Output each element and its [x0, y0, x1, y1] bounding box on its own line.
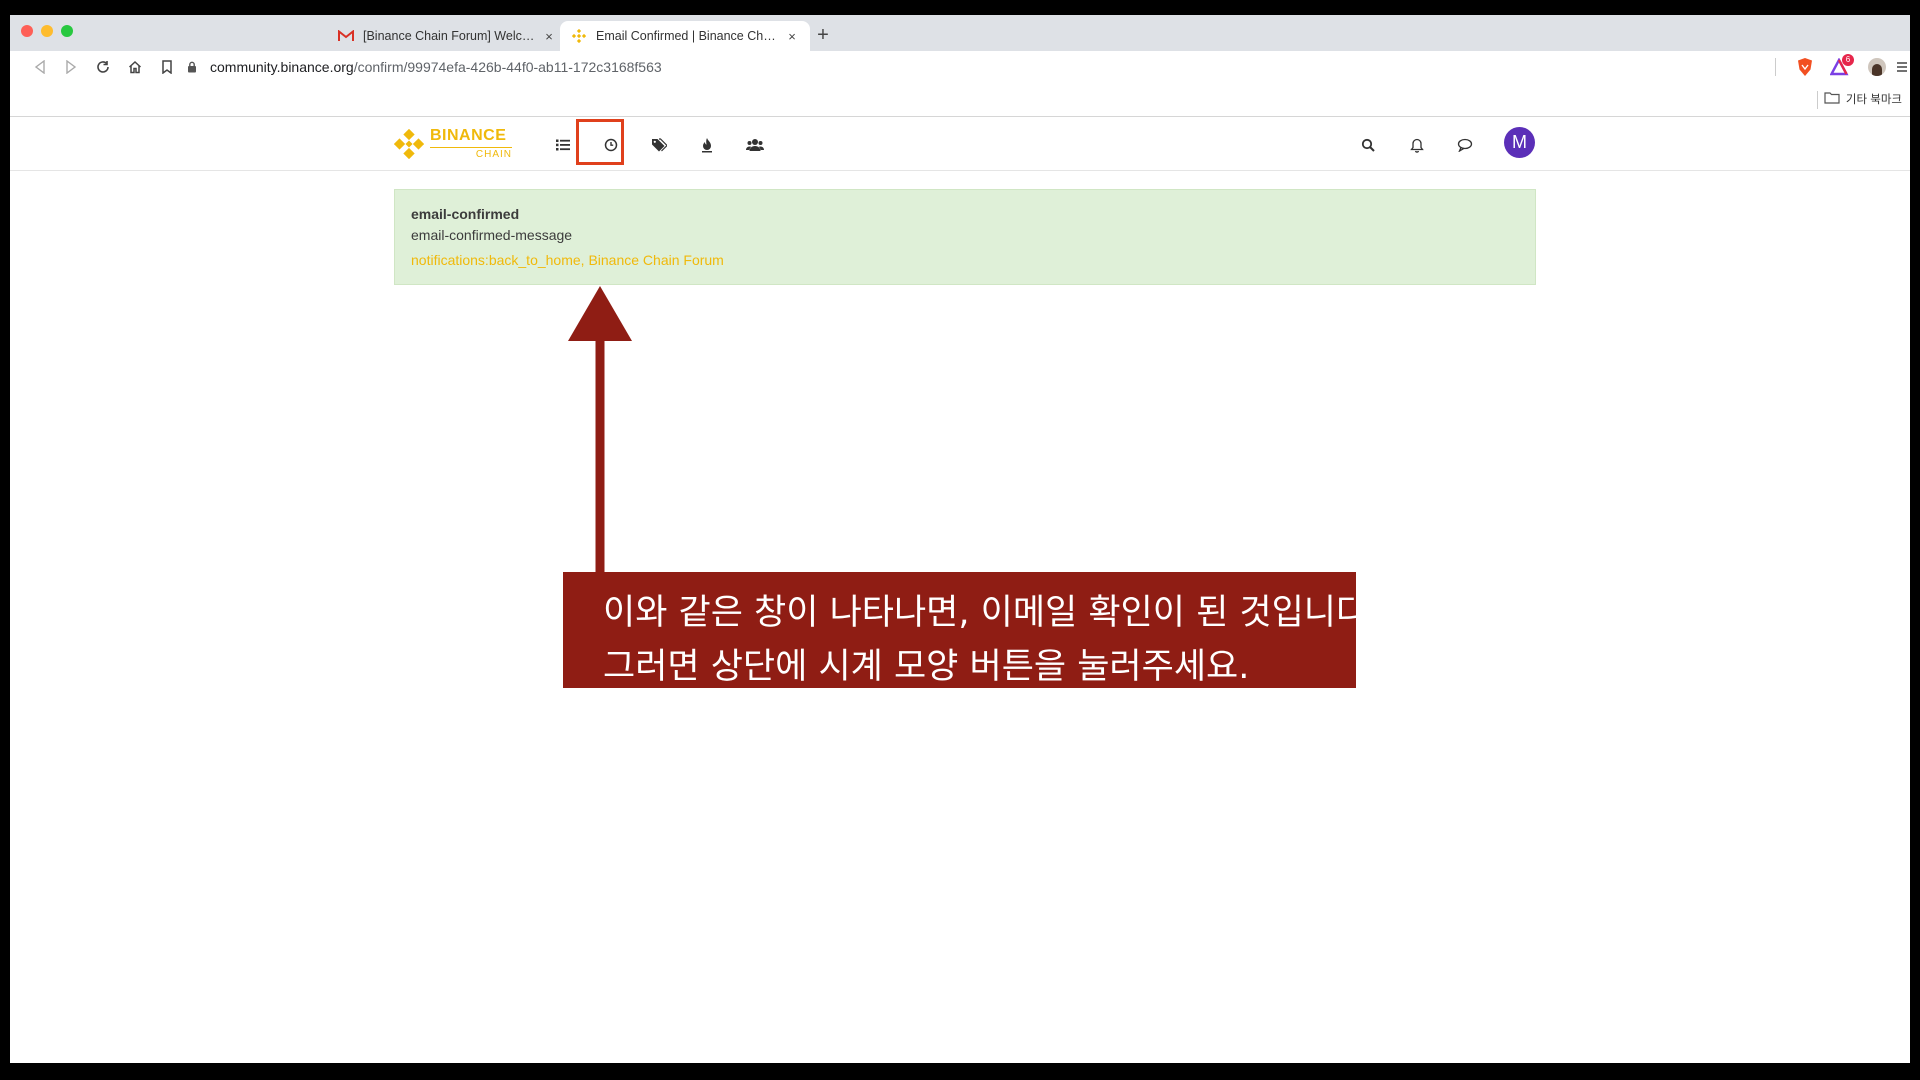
url-text: community.binance.org/confirm/99974efa-4… [210, 59, 662, 75]
url-path: /confirm/99974efa-426b-44f0-ab11-172c316… [353, 59, 662, 75]
back-to-home-link[interactable]: notifications:back_to_home, Binance Chai… [411, 252, 1519, 268]
tab-title: [Binance Chain Forum] Welcome [363, 29, 535, 43]
alert-title: email-confirmed [411, 206, 520, 222]
folder-icon [1824, 91, 1840, 107]
email-confirmed-alert: email-confirmed email-confirmed-message … [394, 189, 1536, 285]
brave-rewards-icon[interactable]: 6 [1828, 54, 1854, 79]
annotation-line-2: 그러면 상단에 시계 모양 버튼을 눌러주세요. [603, 647, 1250, 687]
popular-fire-icon[interactable] [694, 132, 720, 158]
maximize-window-button[interactable] [61, 25, 73, 37]
minimize-window-button[interactable] [41, 25, 53, 37]
tab-strip: [Binance Chain Forum] Welcome × Email Co… [10, 15, 1910, 51]
browser-toolbar: community.binance.org/confirm/99974efa-4… [10, 51, 1910, 83]
new-tab-button[interactable]: + [810, 21, 836, 49]
address-bar[interactable]: community.binance.org/confirm/99974efa-4… [182, 53, 1777, 81]
toolbar-divider [1775, 58, 1776, 76]
tab-close-icon[interactable]: × [784, 29, 800, 44]
bookmarks-bar: 기타 북마크 [10, 83, 1910, 117]
bookmark-icon[interactable] [155, 55, 179, 79]
lock-icon [182, 61, 202, 73]
profile-icon[interactable] [1865, 55, 1889, 79]
tab-gmail[interactable]: [Binance Chain Forum] Welcome × [327, 21, 567, 51]
gmail-icon [337, 28, 355, 44]
home-icon[interactable] [123, 55, 147, 79]
other-bookmarks-label: 기타 북마크 [1845, 94, 1902, 106]
brave-shield-icon[interactable] [1793, 55, 1817, 79]
annotation-line-1: 이와 같은 창이 나타나면, 이메일 확인이 된 것입니다. [603, 593, 1380, 633]
menu-icon[interactable] [1894, 55, 1910, 79]
binance-logo-icon [394, 129, 424, 159]
tab-close-icon[interactable]: × [541, 29, 557, 44]
tab-title: Email Confirmed | Binance Chain [596, 29, 778, 43]
bookmarks-divider [1817, 91, 1818, 109]
list-icon[interactable] [550, 132, 576, 158]
logo-text-binance: BINANCE [430, 127, 507, 144]
chat-icon[interactable] [1452, 132, 1478, 158]
page-content: BINANCE CHAIN M email-confirmed email-co… [10, 118, 1910, 1063]
logo-text-chain: CHAIN [430, 147, 512, 160]
browser-window: [Binance Chain Forum] Welcome × Email Co… [10, 15, 1910, 1063]
close-window-button[interactable] [21, 25, 33, 37]
reload-icon[interactable] [91, 55, 115, 79]
users-icon[interactable] [742, 132, 768, 158]
site-header: BINANCE CHAIN M [10, 118, 1910, 171]
forward-icon[interactable] [59, 55, 83, 79]
highlight-box [576, 119, 624, 165]
tab-email-confirmed[interactable]: Email Confirmed | Binance Chain × [560, 21, 810, 51]
binance-icon [570, 28, 588, 44]
search-icon[interactable] [1355, 132, 1381, 158]
binance-chain-logo[interactable]: BINANCE CHAIN [394, 127, 514, 161]
tags-icon[interactable] [646, 132, 672, 158]
user-avatar[interactable]: M [1504, 127, 1535, 158]
extension-badge: 6 [1842, 54, 1854, 66]
alert-message: email-confirmed-message [411, 227, 573, 243]
back-icon[interactable] [28, 55, 52, 79]
other-bookmarks-button[interactable]: 기타 북마크 [1824, 91, 1902, 107]
annotation-callout: 이와 같은 창이 나타나면, 이메일 확인이 된 것입니다. 그러면 상단에 시… [563, 572, 1379, 688]
url-host: community.binance.org [210, 59, 354, 75]
bell-icon[interactable] [1404, 132, 1430, 158]
